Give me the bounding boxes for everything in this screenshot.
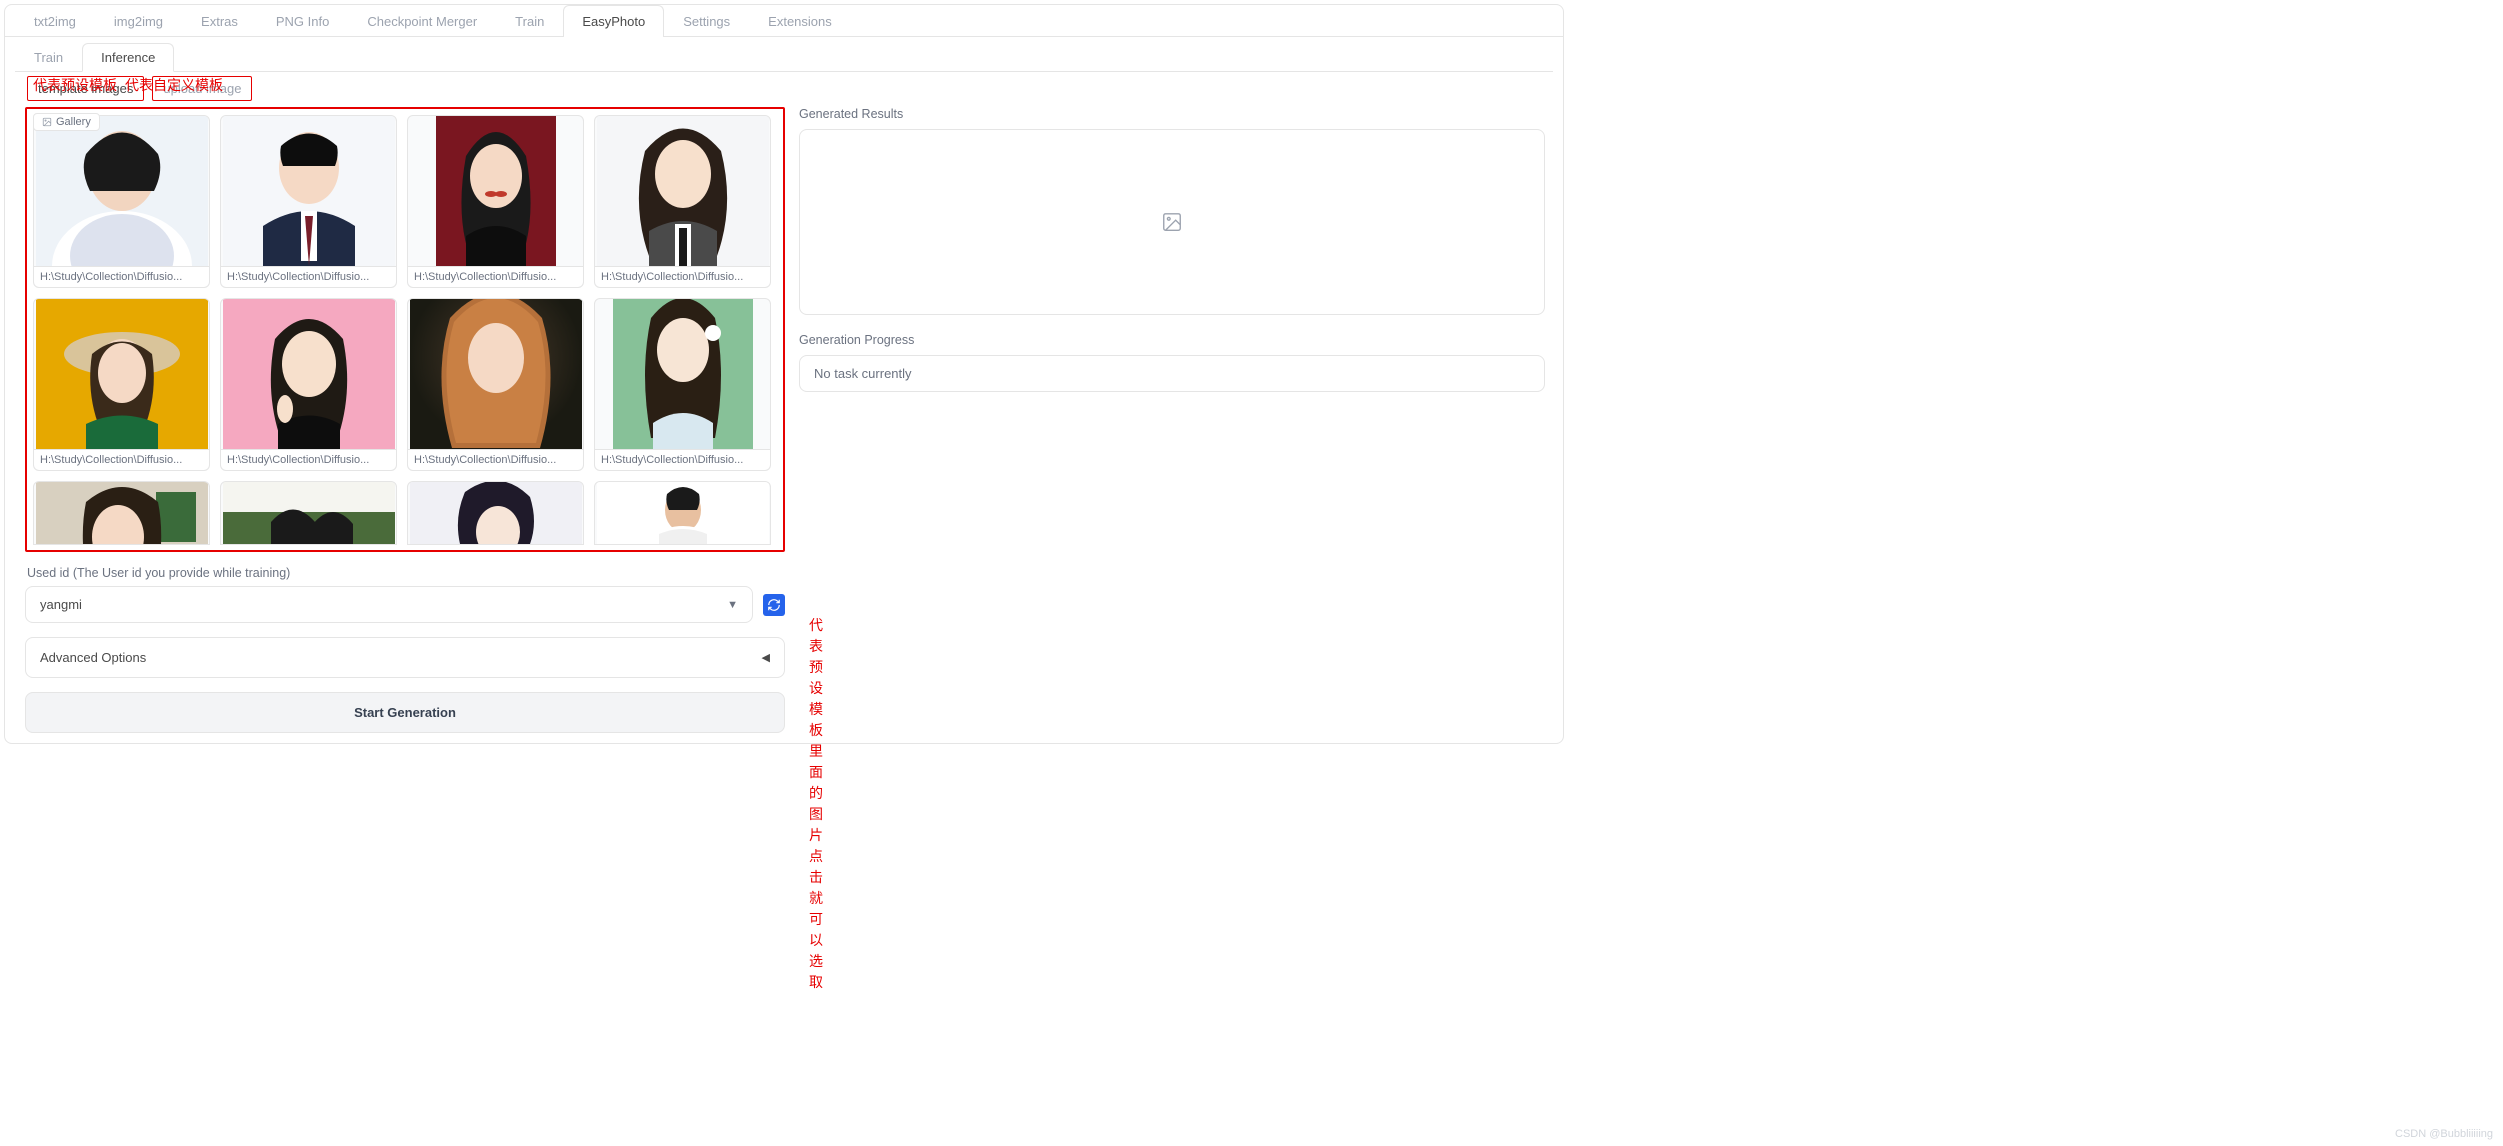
template-thumb-8[interactable]: H:\Study\Collection\Diffusio... [594, 298, 771, 471]
tab-extensions[interactable]: Extensions [749, 5, 851, 37]
chevron-down-icon: ▼ [727, 599, 738, 611]
annotation-custom: 代表自定义模板 [125, 75, 223, 95]
tab-easyphoto[interactable]: EasyPhoto [563, 5, 664, 37]
used-id-value: yangmi [40, 597, 82, 612]
advanced-options-accordion[interactable]: Advanced Options ◀ [25, 637, 785, 678]
thumb-caption: H:\Study\Collection\Diffusio... [34, 449, 209, 470]
tab-settings[interactable]: Settings [664, 5, 749, 37]
tab-img2img[interactable]: img2img [95, 5, 182, 37]
annotation-gallery: 代表预设模板里面的图片 点击就可以选取 [809, 615, 823, 993]
generation-progress-box: No task currently [799, 355, 1545, 392]
advanced-options-label: Advanced Options [40, 650, 146, 665]
sub-tabs: Train Inference [5, 37, 1563, 71]
thumb-caption: H:\Study\Collection\Diffusio... [34, 266, 209, 287]
image-icon [42, 117, 52, 127]
template-thumb-11[interactable] [407, 481, 584, 545]
main-tabs: txt2img img2img Extras PNG Info Checkpoi… [5, 5, 1563, 37]
template-tabs: template images upload image [27, 76, 1563, 101]
tab-txt2img[interactable]: txt2img [15, 5, 95, 37]
template-thumb-10[interactable] [220, 481, 397, 545]
triangle-left-icon: ◀ [762, 651, 770, 664]
template-thumb-2[interactable]: H:\Study\Collection\Diffusio... [220, 115, 397, 288]
thumb-caption: H:\Study\Collection\Diffusio... [595, 266, 770, 287]
refresh-icon [767, 598, 781, 612]
template-thumb-4[interactable]: H:\Study\Collection\Diffusio... [594, 115, 771, 288]
template-thumb-3[interactable]: H:\Study\Collection\Diffusio... [407, 115, 584, 288]
image-placeholder-icon [1161, 211, 1183, 233]
gallery-scroll[interactable]: H:\Study\Collection\Diffusio... H:\Study… [31, 113, 779, 546]
template-thumb-9[interactable] [33, 481, 210, 545]
used-id-select[interactable]: yangmi ▼ [25, 586, 753, 623]
generation-progress-label: Generation Progress [799, 333, 1545, 347]
template-thumb-12[interactable] [594, 481, 771, 545]
sub-tab-inference[interactable]: Inference [82, 43, 174, 72]
thumb-caption: H:\Study\Collection\Diffusio... [221, 449, 396, 470]
tab-extras[interactable]: Extras [182, 5, 257, 37]
template-thumb-7[interactable]: H:\Study\Collection\Diffusio... [407, 298, 584, 471]
thumb-caption: H:\Study\Collection\Diffusio... [221, 266, 396, 287]
gallery-container: Gallery H:\Study\Collection\Diffusio... … [25, 107, 785, 552]
tab-checkpoint-merger[interactable]: Checkpoint Merger [348, 5, 496, 37]
start-generation-button[interactable]: Start Generation [25, 692, 785, 733]
tab-train[interactable]: Train [496, 5, 563, 37]
gallery-badge: Gallery [33, 113, 100, 131]
template-thumb-5[interactable]: H:\Study\Collection\Diffusio... [33, 298, 210, 471]
used-id-label: Used id (The User id you provide while t… [27, 566, 785, 580]
template-thumb-6[interactable]: H:\Study\Collection\Diffusio... [220, 298, 397, 471]
sub-tab-train[interactable]: Train [15, 43, 82, 71]
template-thumb-1[interactable]: H:\Study\Collection\Diffusio... [33, 115, 210, 288]
thumb-caption: H:\Study\Collection\Diffusio... [408, 266, 583, 287]
tab-png-info[interactable]: PNG Info [257, 5, 348, 37]
generated-results-label: Generated Results [799, 107, 1545, 121]
annotation-top: 代表预设模板 代表自定义模板 [33, 75, 223, 95]
watermark: CSDN @Bubbliiiiing [2395, 1128, 2493, 1140]
thumb-caption: H:\Study\Collection\Diffusio... [408, 449, 583, 470]
annotation-preset: 代表预设模板 [33, 75, 117, 95]
generated-results-box[interactable] [799, 129, 1545, 315]
thumb-caption: H:\Study\Collection\Diffusio... [595, 449, 770, 470]
refresh-button[interactable] [763, 594, 785, 616]
